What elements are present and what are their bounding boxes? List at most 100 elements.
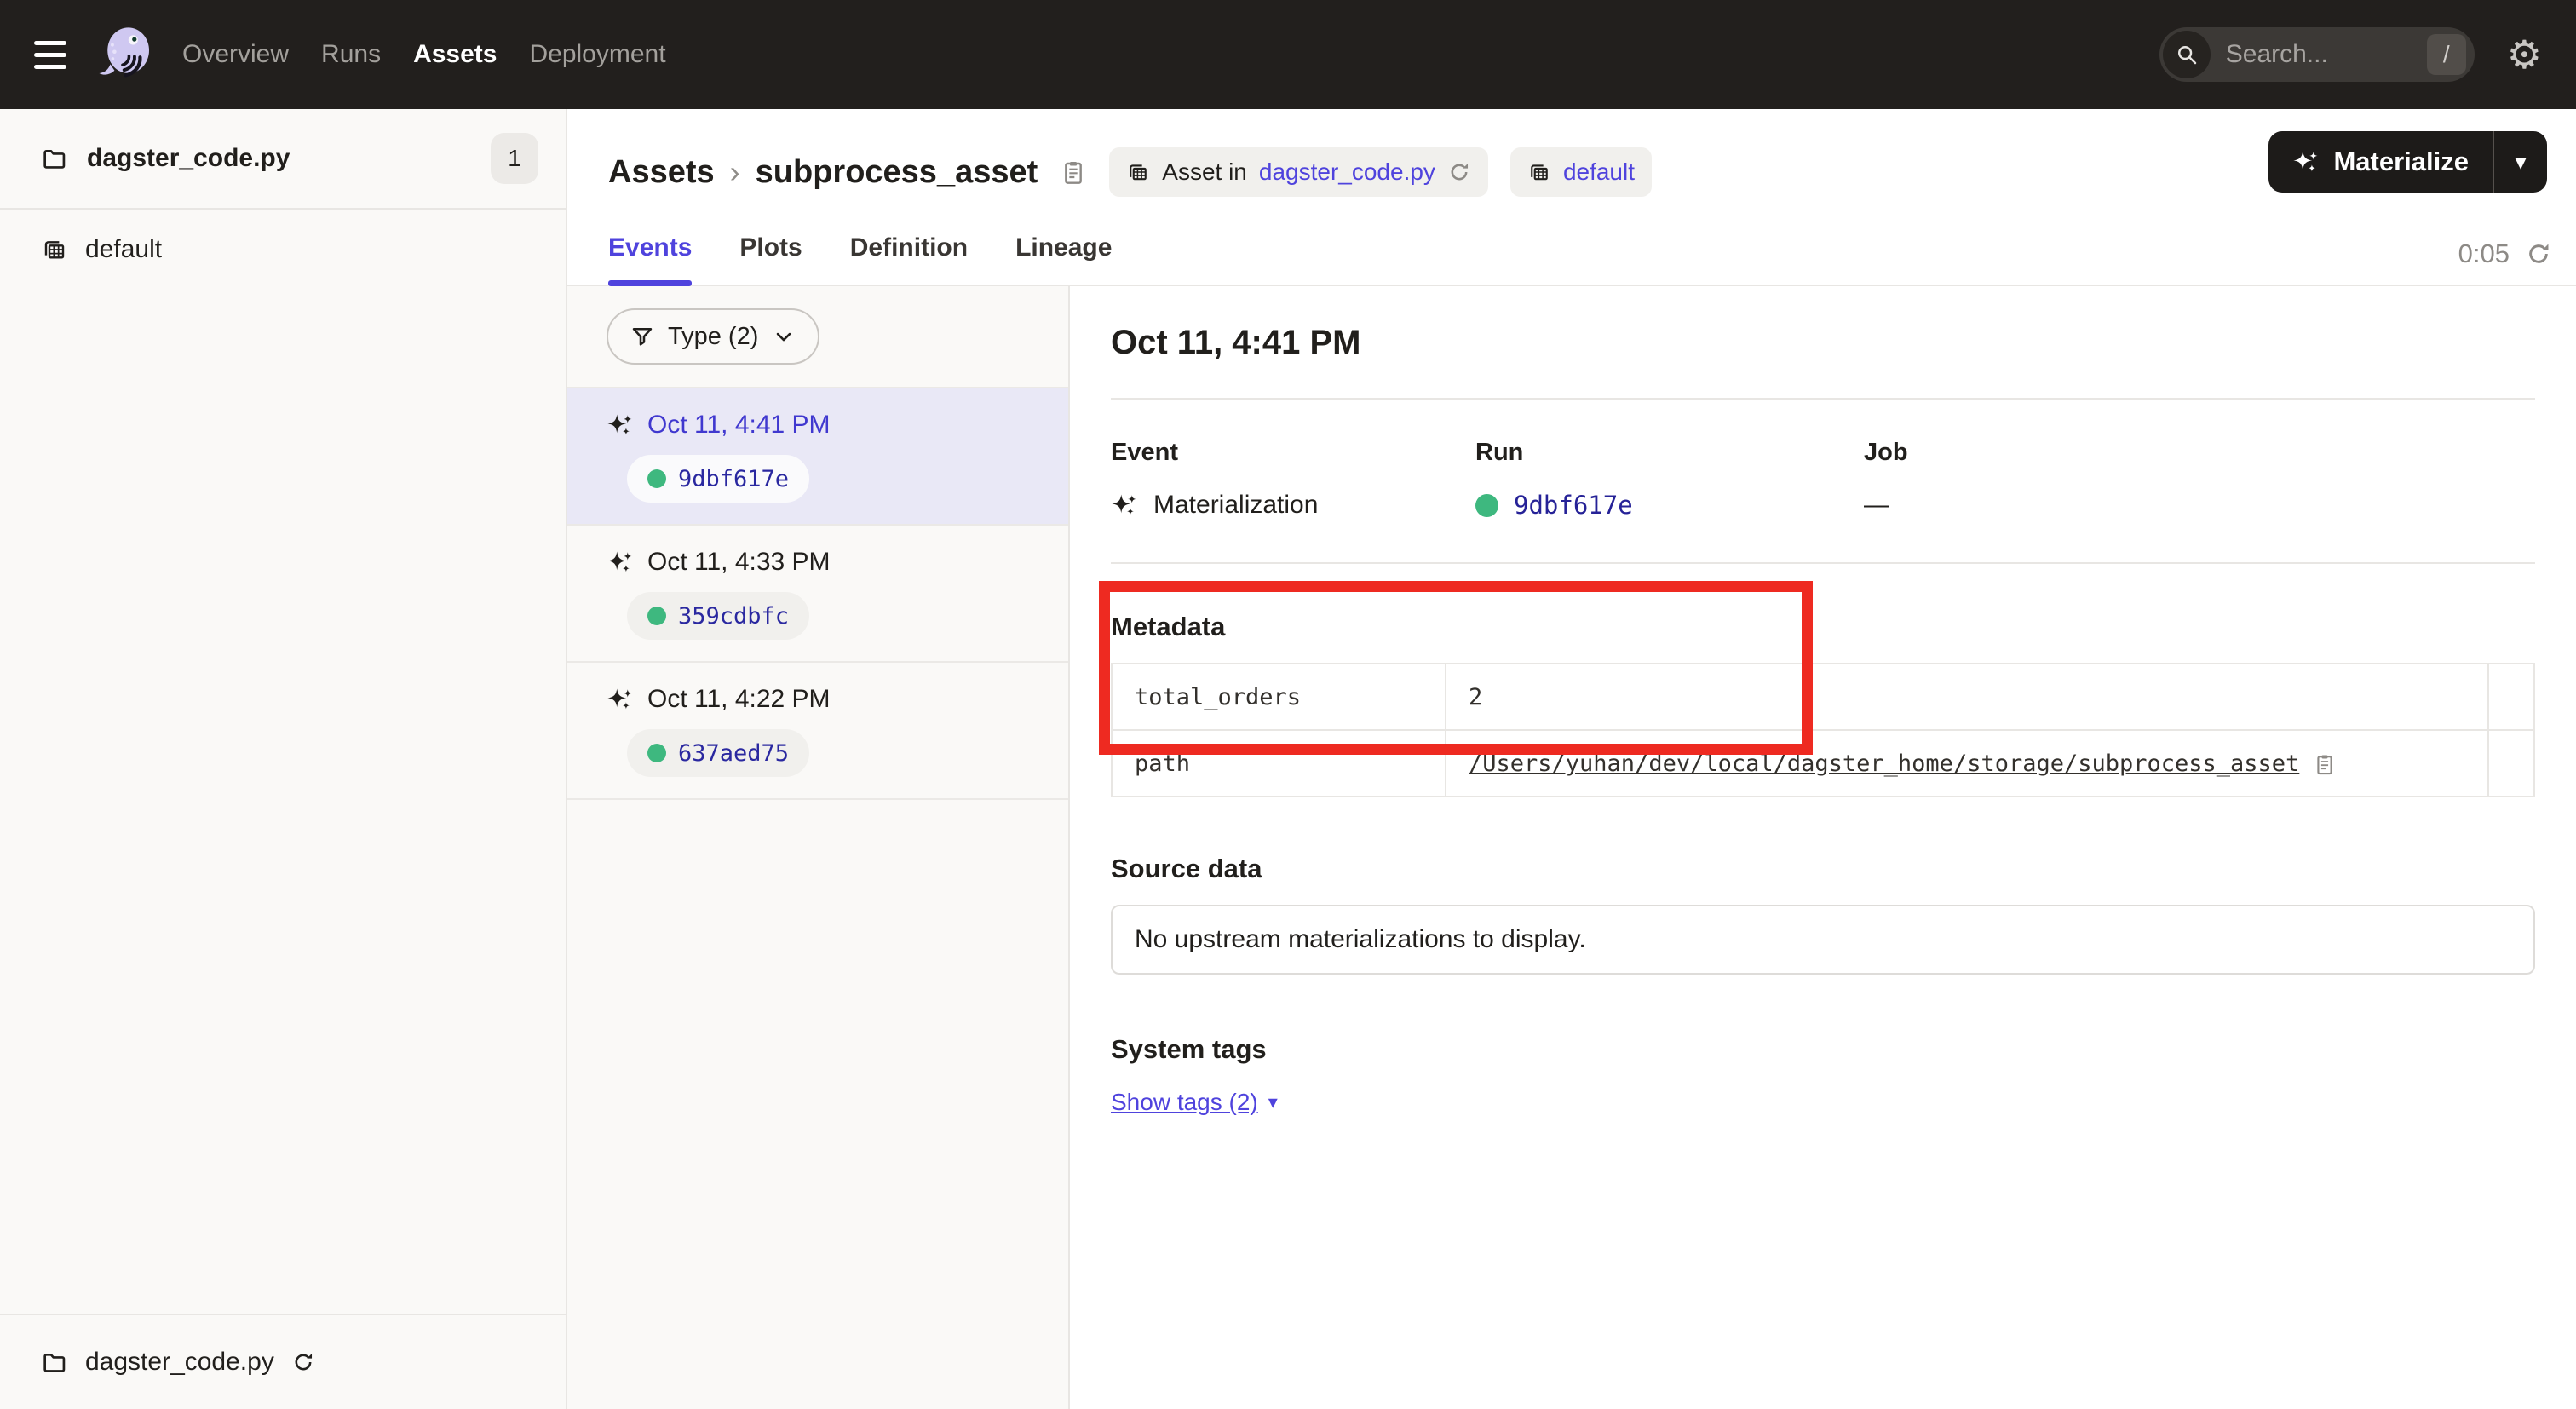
run-success-dot [647,744,666,762]
source-data-section: Source data No upstream materializations… [1111,854,2535,975]
divider [1111,562,2535,564]
show-tags-label: Show tags (2) [1111,1089,1258,1116]
filter-funnel-icon [630,325,654,348]
code-location-label: dagster_code.py [85,1348,274,1377]
page-title: subprocess_asset [756,154,1038,191]
tab-lineage[interactable]: Lineage [1015,233,1112,285]
reload-icon[interactable] [1447,160,1471,184]
event-list-item[interactable]: Oct 11, 4:33 PM 359cdbfc [567,526,1068,663]
system-tags-heading: System tags [1111,1034,2535,1065]
asset-definition-tag: Asset in dagster_code.py [1109,147,1488,197]
refresh-timer: 0:05 [2458,239,2552,285]
run-success-dot [647,607,666,625]
main-panel: Assets › subprocess_asset Asset in dagst… [567,109,2576,1409]
run-id: 637aed75 [678,740,789,767]
metadata-section: Metadata total_orders 2 path /Users/yuha… [1111,612,2535,797]
metadata-value: /Users/yuhan/dev/local/dagster_home/stor… [1446,730,2488,797]
folder-icon [41,145,68,172]
menu-icon[interactable] [34,41,66,69]
event-list-item[interactable]: Oct 11, 4:22 PM 637aed75 [567,663,1068,800]
materialization-sparkle-icon [1111,492,1138,519]
materialization-sparkle-icon [607,411,634,439]
run-id-tag[interactable]: 637aed75 [627,729,809,777]
breadcrumb-assets-link[interactable]: Assets [608,154,715,191]
top-nav: Overview Runs Assets Deployment Search..… [0,0,2576,109]
materialization-sparkle-icon [2292,148,2320,175]
materialize-split-button: Materialize ▾ [2268,131,2547,193]
clipboard-icon [2313,752,2337,776]
copy-asset-name-button[interactable] [1060,158,1087,186]
nav-assets[interactable]: Assets [413,40,497,69]
search-input[interactable]: Search... / [2159,27,2475,82]
source-data-heading: Source data [1111,854,2535,884]
refresh-countdown: 0:05 [2458,239,2510,269]
caret-down-icon: ▾ [2515,149,2526,175]
materialization-sparkle-icon [607,686,634,713]
materialize-button[interactable]: Materialize [2268,131,2493,193]
show-tags-toggle[interactable]: Show tags (2) ▾ [1111,1089,1278,1116]
dagster-logo[interactable] [94,21,160,88]
search-icon [2163,31,2211,78]
nav-overview[interactable]: Overview [182,40,289,69]
event-timestamp[interactable]: Oct 11, 4:41 PM [647,411,831,440]
chevron-right-icon: › [730,154,740,190]
event-list-panel: Type (2) Oct 11, 4:41 PM 9dbf617e [567,286,1070,1409]
run-id-tag[interactable]: 359cdbfc [627,592,809,640]
run-id-tag[interactable]: 9dbf617e [627,455,809,503]
tab-events[interactable]: Events [608,233,692,285]
asset-tag-code-link[interactable]: dagster_code.py [1259,158,1435,186]
source-data-empty-message: No upstream materializations to display. [1111,905,2535,975]
event-timestamp[interactable]: Oct 11, 4:33 PM [647,548,831,577]
sidebar-code-file-label: dagster_code.py [87,144,472,173]
type-filter-button[interactable]: Type (2) [607,308,819,365]
materialize-dropdown-button[interactable]: ▾ [2494,131,2547,193]
run-success-dot [647,469,666,488]
event-type-value: Materialization [1153,491,1318,520]
asset-tag-prefix: Asset in [1162,158,1247,186]
run-id-link[interactable]: 9dbf617e [1514,491,1633,520]
folder-icon [41,1349,68,1376]
materialize-label: Materialize [2333,147,2469,177]
asset-sidebar: dagster_code.py 1 default dagster_code.p… [0,109,567,1409]
group-tag: default [1510,147,1652,197]
clipboard-icon [1060,158,1087,186]
event-list-item[interactable]: Oct 11, 4:41 PM 9dbf617e [567,388,1068,526]
run-success-dot [1475,494,1498,517]
search-placeholder: Search... [2226,40,2427,69]
sidebar-default-label: default [85,235,162,264]
run-id: 9dbf617e [678,466,789,492]
group-tag-link[interactable]: default [1563,158,1635,186]
asset-count-badge: 1 [491,133,538,184]
job-empty-value: — [1864,491,1889,520]
nav-runs[interactable]: Runs [321,40,381,69]
reload-icon[interactable] [291,1350,315,1374]
path-link[interactable]: /Users/yuhan/dev/local/dagster_home/stor… [1469,751,2299,777]
asset-header: Assets › subprocess_asset Asset in dagst… [567,109,2576,286]
sidebar-item-code-file[interactable]: dagster_code.py 1 [0,109,566,210]
copy-path-button[interactable] [2313,752,2337,776]
event-timestamp[interactable]: Oct 11, 4:22 PM [647,685,831,714]
code-location-row[interactable]: dagster_code.py [0,1314,566,1409]
asset-group-icon [41,236,68,263]
event-column-label: Event [1111,439,1475,467]
tab-definition[interactable]: Definition [850,233,968,285]
materialization-sparkle-icon [607,549,634,576]
system-tags-section: System tags Show tags (2) ▾ [1111,1034,2535,1116]
refresh-icon[interactable] [2525,240,2552,267]
metadata-table: total_orders 2 path /Users/yuhan/dev/loc… [1111,663,2535,797]
asset-tabs: Events Plots Definition Lineage 0:05 [567,233,2576,286]
tab-plots[interactable]: Plots [739,233,802,285]
event-detail-title: Oct 11, 4:41 PM [1111,324,2535,362]
nav-deployment[interactable]: Deployment [529,40,665,69]
sidebar-item-default-group[interactable]: default [0,221,566,278]
metadata-value: 2 [1446,664,2488,730]
run-id: 359cdbfc [678,603,789,630]
settings-gear-icon[interactable]: ⚙ [2507,35,2542,74]
event-detail-panel: Oct 11, 4:41 PM Event Materialization Ru… [1070,286,2576,1409]
job-column-label: Job [1864,439,2535,467]
metadata-key: path [1112,730,1446,797]
table-row: total_orders 2 [1112,664,2534,730]
breadcrumb: Assets › subprocess_asset [608,154,1038,191]
asset-group-icon [1126,160,1150,184]
divider [1111,398,2535,400]
